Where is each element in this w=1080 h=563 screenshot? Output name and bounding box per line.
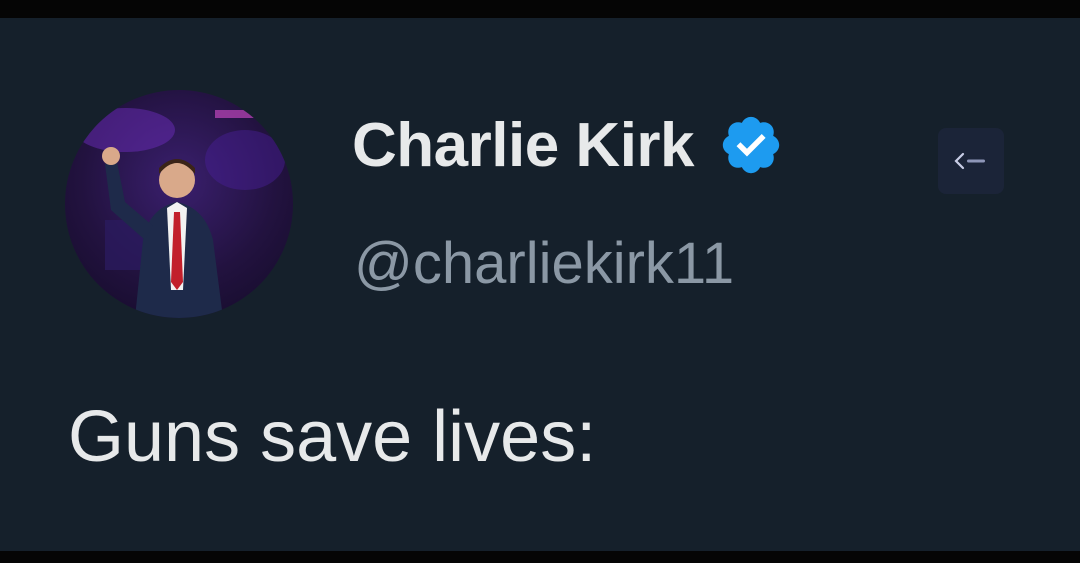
user-handle[interactable]: @charliekirk11 bbox=[354, 230, 734, 297]
author-name-row: Charlie Kirk bbox=[352, 110, 784, 180]
verified-badge-icon[interactable] bbox=[718, 112, 784, 178]
profile-photo-icon bbox=[75, 108, 285, 318]
avatar[interactable] bbox=[65, 90, 293, 318]
bottom-border bbox=[0, 551, 1080, 563]
organization-affiliation-icon bbox=[954, 152, 985, 170]
display-name[interactable]: Charlie Kirk bbox=[352, 110, 695, 181]
top-border bbox=[0, 0, 1080, 18]
tweet-text: Guns save lives: bbox=[68, 397, 597, 477]
affiliation-badge[interactable] bbox=[938, 128, 1004, 194]
tweet-card: Charlie Kirk @charliekirk11 Guns save li… bbox=[0, 18, 1080, 551]
